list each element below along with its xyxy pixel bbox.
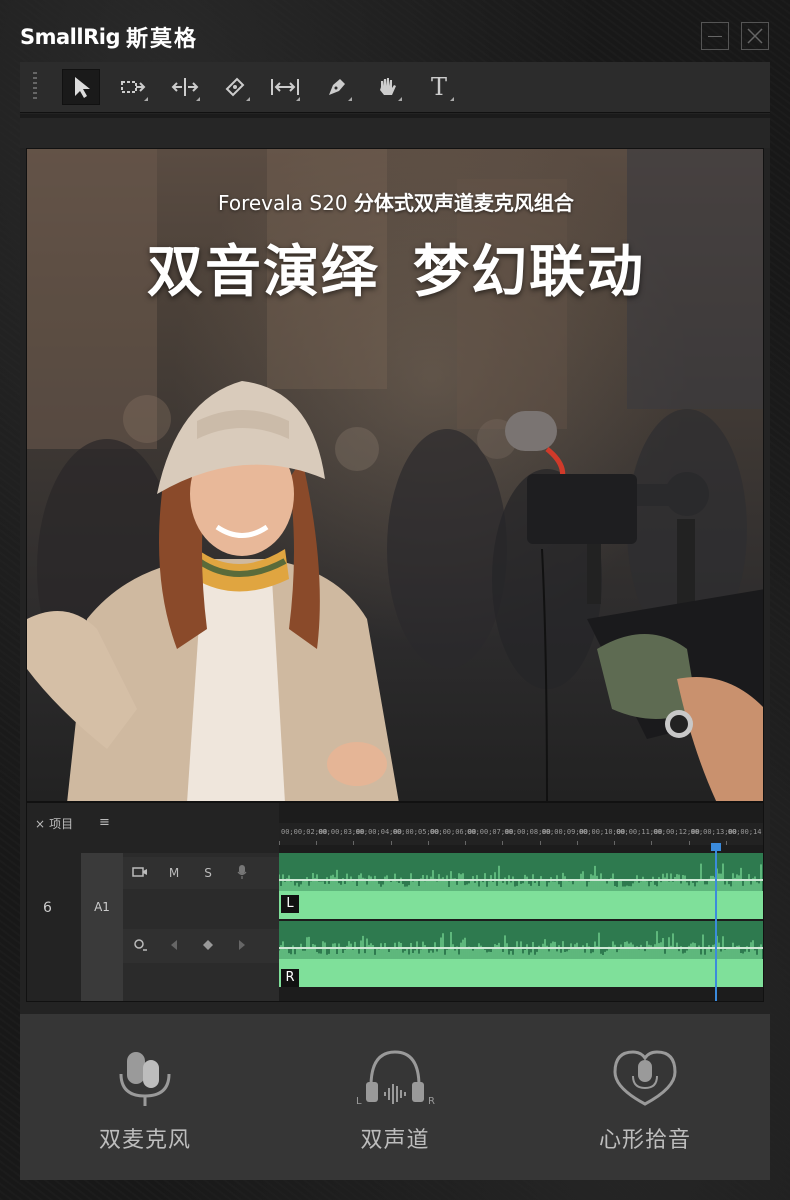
feature-cardioid-label: 心形拾音 [598, 1128, 691, 1153]
ruler-tick [465, 841, 467, 845]
ruler-tick [353, 841, 355, 845]
timeline-tracks-area[interactable]: 00;00;02;00 00;00;03;00 00;00;04;00 00;00;0… [279, 803, 763, 1001]
solo-button[interactable]: S [191, 866, 225, 880]
tools-toolbar: T [20, 62, 770, 113]
feature-bar: 双麦克风 L R 双声道 心形拾音 [20, 1014, 770, 1180]
dual-microphone-icon [119, 1052, 171, 1106]
feature-cardioid: 心形拾音 [520, 1014, 770, 1180]
waveform-right [279, 931, 763, 987]
close-tab-icon[interactable]: × [35, 817, 45, 831]
arrow-cursor-icon [75, 77, 90, 98]
toggle-sync-lock-icon[interactable] [123, 866, 157, 881]
ruler-tick [390, 841, 392, 845]
slip-icon [271, 79, 299, 95]
voiceover-mic-icon[interactable] [225, 864, 259, 882]
headline-part2: 梦幻联动 [413, 240, 645, 305]
brand-name-en: SmallRig [20, 25, 120, 49]
track-select-icon [121, 81, 146, 93]
stereo-left-label: L [356, 1096, 362, 1107]
stereo-headphones-icon [366, 1050, 424, 1104]
ripple-edit-icon [171, 78, 199, 96]
pen-tool[interactable] [318, 69, 356, 105]
minimize-icon[interactable] [701, 22, 729, 50]
promo-subtitle: Forevala S20 分体式双声道麦克风组合 [27, 187, 763, 216]
next-keyframe-icon[interactable] [225, 939, 259, 954]
type-icon: T [430, 73, 447, 101]
ripple-edit-tool[interactable] [166, 69, 204, 105]
ruler-tick [427, 841, 429, 845]
ruler-tick [688, 841, 690, 845]
razor-icon [225, 77, 245, 97]
keyframe-toggle-icon[interactable] [123, 938, 157, 955]
prev-keyframe-icon[interactable] [157, 939, 191, 954]
ruler-tick [316, 841, 318, 845]
ruler-tick [651, 841, 653, 845]
track-lock-icon[interactable]: 6 [43, 900, 52, 916]
ruler-tick [614, 841, 616, 845]
panel-header-strip [20, 118, 770, 148]
panel-menu-icon[interactable]: ≡ [99, 815, 110, 830]
headline-part1: 双音演绎 [147, 240, 379, 305]
time-ruler[interactable]: 00;00;02;00 00;00;03;00 00;00;04;00 00;00;0… [279, 823, 763, 845]
selection-tool[interactable] [62, 69, 100, 105]
audio-clip-right[interactable]: R [279, 921, 763, 987]
program-monitor: Forevala S20 分体式双声道麦克风组合 双音演绎 梦幻联动 [26, 148, 764, 802]
channel-right-label: R [281, 969, 299, 987]
track-name: A1 [94, 900, 110, 914]
audio-clip-left[interactable]: L [279, 853, 763, 919]
promo-headline: 双音演绎 梦幻联动 [27, 227, 763, 308]
slip-tool[interactable] [266, 69, 304, 105]
ruler-tick [539, 841, 541, 845]
feature-stereo-label: 双声道 [360, 1128, 430, 1153]
pen-icon [329, 79, 345, 95]
channel-left-label: L [281, 895, 299, 913]
brand-logo: SmallRig 斯莫格 [20, 20, 198, 54]
ruler-tick [576, 841, 578, 845]
track-header-area: × 项目 ≡ 6 A1 M S [27, 803, 280, 1001]
track-controls-row: M S [123, 857, 279, 889]
project-tab-label: 项目 [49, 817, 74, 831]
feature-dual-mic-label: 双麦克风 [98, 1128, 191, 1153]
toolbar-grip[interactable] [33, 72, 37, 102]
track-select-tool[interactable] [114, 69, 152, 105]
product-description: 分体式双声道麦克风组合 [353, 191, 574, 215]
close-icon[interactable] [741, 22, 769, 50]
brand-name-cn: 斯莫格 [125, 27, 198, 52]
editor-window: T Forevala S20 分体式双声道麦克风组合 双音演绎 梦幻联动 × 项… [20, 62, 770, 1180]
track-header-a1[interactable] [81, 853, 123, 1001]
feature-stereo: L R 双声道 [270, 1014, 520, 1180]
feature-dual-mic: 双麦克风 [20, 1014, 270, 1180]
waveform-left [279, 863, 763, 919]
hand-icon [380, 78, 396, 95]
project-tab[interactable]: × 项目 [35, 815, 73, 832]
ruler-tick [502, 841, 504, 845]
add-keyframe-icon[interactable] [191, 939, 225, 954]
hand-tool[interactable] [368, 69, 406, 105]
ruler-tick-label: 00;00;14;00 [727, 828, 763, 836]
type-tool[interactable]: T [420, 69, 458, 105]
mute-button[interactable]: M [157, 866, 191, 880]
cardioid-pickup-icon [613, 1050, 677, 1106]
timeline-panel: × 项目 ≡ 6 A1 M S 00;00;02;00 00;00;03;00 … [26, 802, 764, 1002]
ruler-tick [725, 841, 727, 845]
ruler-tick [279, 841, 280, 845]
keyframe-controls-row [123, 929, 279, 963]
stereo-right-label: R [428, 1096, 435, 1107]
product-name: Forevala S20 [218, 191, 348, 215]
razor-tool[interactable] [216, 69, 254, 105]
playhead[interactable] [715, 845, 717, 1001]
